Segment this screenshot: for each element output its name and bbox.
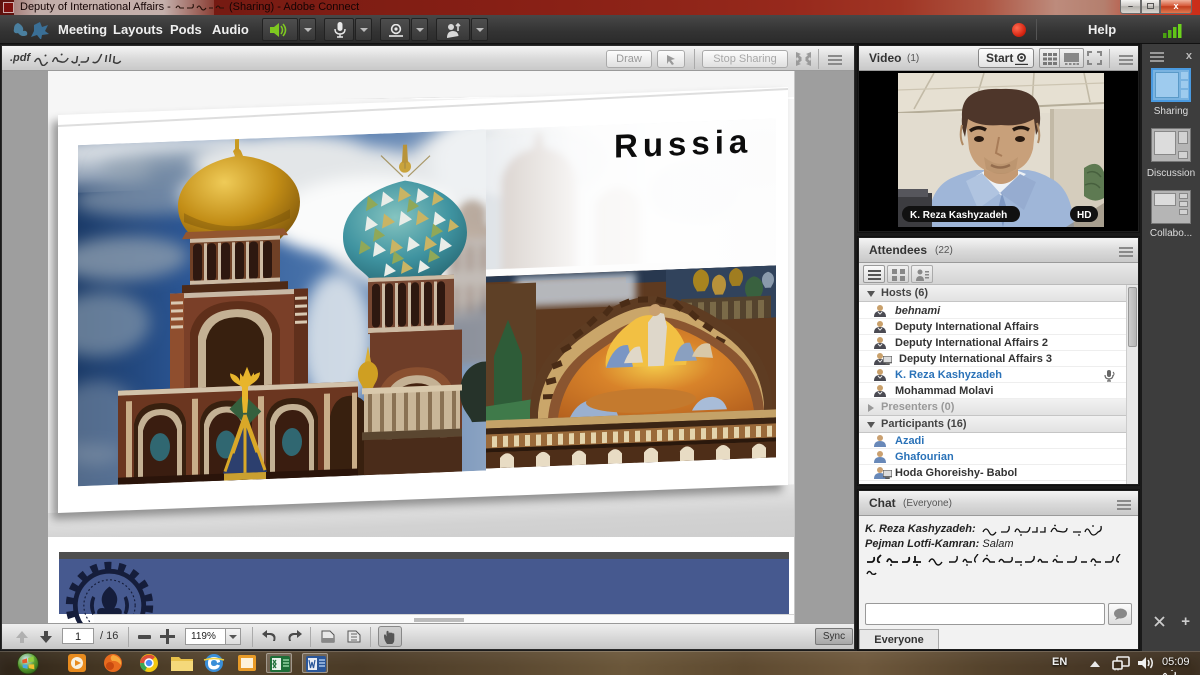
- svg-text:HD: HD: [1077, 210, 1091, 221]
- svg-text:K. Reza Kashyzadeh: K. Reza Kashyzadeh: [910, 210, 1007, 221]
